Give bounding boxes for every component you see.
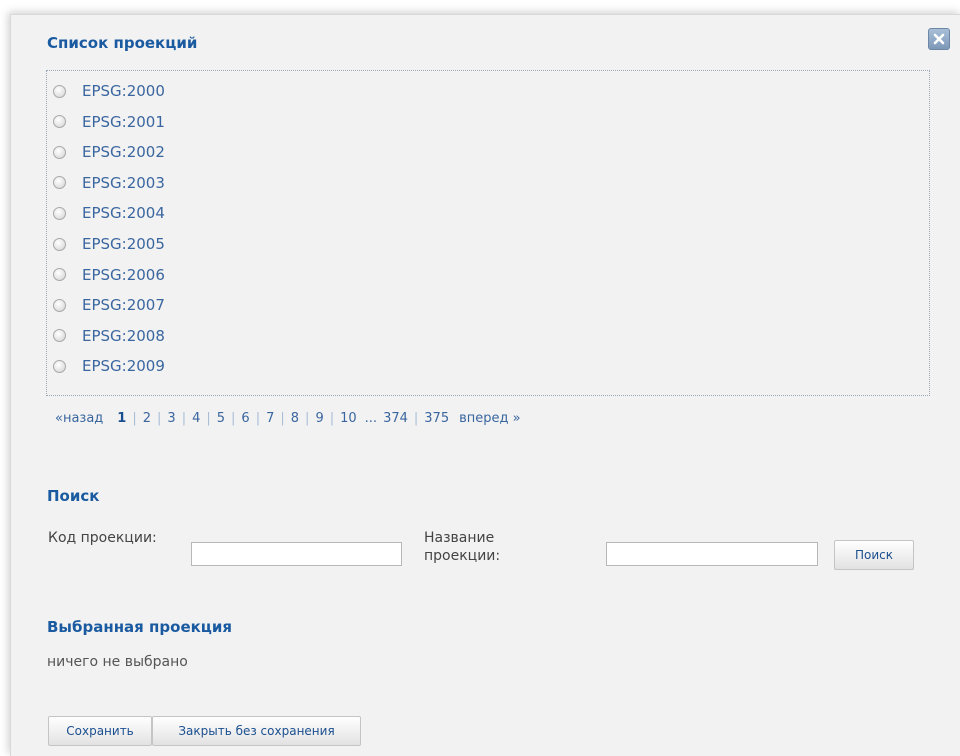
- close-x-icon: [933, 33, 945, 45]
- projection-item-label: EPSG:2003: [82, 173, 165, 192]
- page-separator: |: [132, 410, 137, 426]
- name-input[interactable]: [606, 542, 818, 566]
- page-ellipsis: ...: [364, 410, 378, 426]
- projection-item[interactable]: EPSG:2003: [53, 171, 165, 195]
- projection-item-label: EPSG:2008: [82, 326, 165, 345]
- projection-item[interactable]: EPSG:2005: [53, 232, 165, 256]
- projection-item[interactable]: EPSG:2001: [53, 110, 165, 134]
- page-link[interactable]: 3: [167, 411, 175, 426]
- page-link[interactable]: 9: [315, 411, 323, 426]
- radio-button[interactable]: [53, 237, 66, 251]
- projection-item-label: EPSG:2000: [82, 82, 165, 100]
- close-without-saving-button[interactable]: Закрыть без сохранения: [152, 716, 361, 746]
- pagination: «назад 1 | 2 | 3 | 4 | 5 | 6 | 7 | 8 | 9 | 10... 374 | 375 впер…: [55, 408, 521, 428]
- current-page[interactable]: 1: [117, 411, 126, 426]
- projection-item[interactable]: EPSG:2002: [53, 140, 165, 164]
- search-button[interactable]: Поиск: [834, 540, 914, 570]
- radio-button[interactable]: [53, 145, 66, 159]
- page-separator: |: [329, 410, 335, 426]
- projection-item[interactable]: EPSG:2006: [53, 263, 165, 287]
- projection-list-title: Список проекций: [47, 34, 198, 52]
- save-button[interactable]: Сохранить: [48, 716, 152, 746]
- projection-item-label: EPSG:2002: [82, 143, 165, 162]
- page-separator: |: [181, 410, 187, 426]
- code-label: Код проекции:: [48, 530, 157, 546]
- radio-button[interactable]: [53, 84, 66, 98]
- page-link[interactable]: 374: [383, 411, 408, 426]
- radio-button[interactable]: [53, 115, 66, 129]
- projection-item[interactable]: EPSG:2008: [53, 324, 165, 348]
- projection-item[interactable]: EPSG:2009: [53, 354, 165, 378]
- projection-item-label: EPSG:2004: [82, 204, 165, 223]
- projection-item-label: EPSG:2007: [82, 296, 165, 315]
- page-separator: |: [280, 410, 285, 426]
- page-link[interactable]: 8: [291, 411, 299, 426]
- page-link[interactable]: 2: [143, 411, 151, 426]
- page-link[interactable]: 6: [241, 411, 249, 426]
- radio-button[interactable]: [53, 329, 66, 343]
- radio-button[interactable]: [53, 206, 66, 220]
- page-separator: |: [157, 410, 162, 426]
- name-label: Название проекции:: [424, 530, 501, 564]
- projection-list: EPSG:2000 EPSG:2001 EPSG:2002 EPSG:2003 EPSG…: [46, 70, 930, 396]
- page-separator: |: [413, 410, 419, 426]
- projection-item-label: EPSG:2009: [82, 357, 165, 376]
- projection-item[interactable]: EPSG:2000: [53, 79, 165, 103]
- prev-page-link[interactable]: «назад: [55, 411, 103, 426]
- close-button[interactable]: [928, 28, 950, 50]
- page-link[interactable]: 5: [217, 411, 225, 426]
- search-title: Поиск: [47, 487, 100, 505]
- radio-button[interactable]: [53, 268, 66, 282]
- code-input[interactable]: [191, 542, 402, 566]
- page-separator: |: [255, 410, 261, 426]
- projection-item-label: EPSG:2006: [82, 265, 165, 284]
- page-link[interactable]: 10: [340, 411, 357, 426]
- page-link[interactable]: 4: [192, 411, 200, 426]
- next-page-link[interactable]: вперед »: [459, 411, 520, 426]
- projection-item[interactable]: EPSG:2004: [53, 201, 165, 225]
- page-separator: |: [231, 410, 236, 426]
- projection-item-label: EPSG:2001: [82, 112, 165, 131]
- projection-item-label: EPSG:2005: [82, 235, 165, 253]
- selected-projection-value: ничего не выбрано: [47, 654, 188, 670]
- page-link[interactable]: 375: [424, 411, 449, 426]
- radio-button[interactable]: [53, 298, 66, 312]
- projection-item[interactable]: EPSG:2007: [53, 293, 165, 317]
- radio-button[interactable]: [53, 359, 66, 373]
- radio-button[interactable]: [53, 176, 66, 190]
- page-link[interactable]: 7: [266, 411, 274, 426]
- page-separator: |: [206, 410, 211, 426]
- selected-projection-title: Выбранная проекция: [47, 618, 233, 636]
- page-separator: |: [305, 410, 310, 426]
